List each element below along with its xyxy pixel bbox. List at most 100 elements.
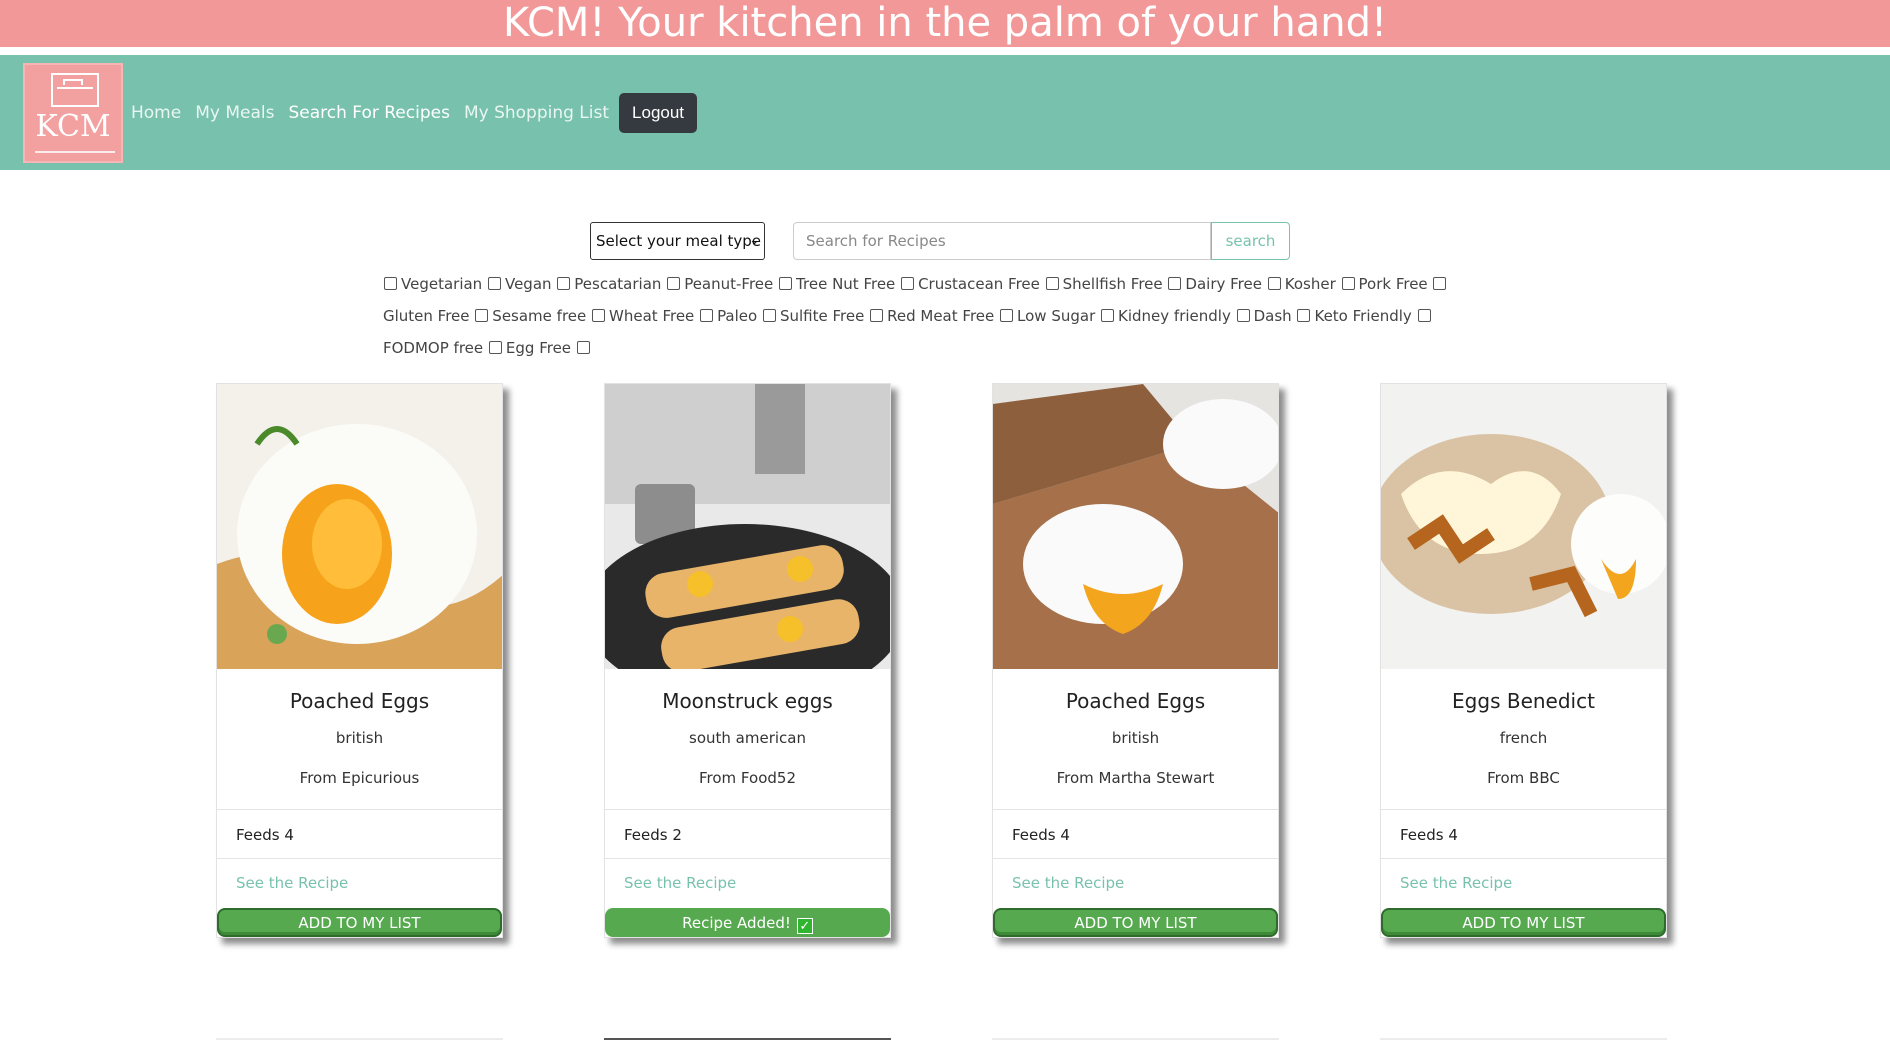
add-to-list-button[interactable]: ADD TO MY LIST	[217, 908, 502, 937]
filter-checkbox[interactable]	[1045, 277, 1059, 290]
filter-checkbox[interactable]	[1168, 277, 1182, 290]
filter-label: Vegetarian	[401, 275, 483, 293]
recipe-card: Poached Eggs british From Martha Stewart Fe…	[992, 383, 1279, 938]
meal-type-select[interactable]: Select your meal type ⌄	[590, 222, 765, 260]
filter-checkbox[interactable]	[1417, 309, 1431, 322]
filter-checkbox[interactable]	[870, 309, 884, 322]
filter-checkbox[interactable]	[488, 341, 502, 354]
recipe-source: From Epicurious	[299, 769, 420, 787]
navbar: KCM Home My Meals Search For Recipes My …	[0, 55, 1890, 170]
recipe-servings: Feeds 4	[993, 809, 1278, 859]
see-recipe-link[interactable]: See the Recipe	[624, 874, 736, 892]
filter-option: Dash	[1254, 307, 1292, 325]
filter-option: Vegetarian	[401, 275, 482, 293]
filter-checkbox[interactable]	[1236, 309, 1250, 322]
see-recipe-link[interactable]: See the Recipe	[1400, 874, 1512, 892]
filter-option: Red Meat Free	[887, 307, 994, 325]
checkmark-icon: ✓	[796, 918, 813, 934]
recipe-title: Poached Eggs	[289, 689, 430, 713]
next-row-card-edge	[216, 1038, 503, 1050]
filter-checkbox[interactable]	[592, 309, 606, 322]
recipe-image[interactable]	[1381, 384, 1666, 669]
filter-option: Peanut-Free	[684, 275, 773, 293]
see-recipe-link[interactable]: See the Recipe	[1012, 874, 1124, 892]
filter-checkbox[interactable]	[487, 277, 501, 290]
recipe-image[interactable]	[605, 384, 890, 669]
filter-option: Low Sugar	[1017, 307, 1095, 325]
recipe-image[interactable]	[217, 384, 502, 669]
filter-label: FODMOP free	[383, 339, 484, 357]
filter-option: Sesame free	[492, 307, 586, 325]
recipe-title: Moonstruck eggs	[662, 689, 833, 713]
filter-label: Red Meat Free	[887, 307, 995, 325]
filter-checkbox[interactable]	[1297, 309, 1311, 322]
filter-option: Gluten Free	[383, 307, 470, 325]
recipe-source: From BBC	[1487, 769, 1560, 787]
chevron-down-icon: ⌄	[749, 233, 760, 248]
add-to-list-button[interactable]: ADD TO MY LIST	[993, 908, 1278, 937]
recipe-image[interactable]	[993, 384, 1278, 669]
recipe-source: From Food52	[699, 769, 796, 787]
kcm-logo[interactable]: KCM	[23, 62, 123, 163]
filter-label: Egg Free	[505, 339, 572, 357]
filter-checkbox[interactable]	[667, 277, 681, 290]
filter-option: Egg Free	[506, 339, 571, 357]
recipe-title: Eggs Benedict	[1452, 689, 1595, 713]
add-to-list-button[interactable]: ADD TO MY LIST	[1381, 908, 1666, 937]
filter-checkbox[interactable]	[1267, 277, 1281, 290]
next-row-card-edge	[992, 1038, 1279, 1050]
nav-search-for-recipes[interactable]: Search For Recipes	[288, 103, 449, 123]
filter-checkbox[interactable]	[762, 309, 776, 322]
add-to-list-label: ADD TO MY LIST	[298, 914, 421, 932]
filter-checkbox[interactable]	[901, 277, 915, 290]
see-recipe-link[interactable]: See the Recipe	[236, 874, 348, 892]
recipe-card: Eggs Benedict french From BBC Feeds 4 See th…	[1380, 383, 1667, 938]
nav-my-meals[interactable]: My Meals	[195, 103, 274, 123]
filter-option: Kidney friendly	[1118, 307, 1231, 325]
filter-checkbox[interactable]	[1341, 277, 1355, 290]
diet-filters: Vegetarian Vegan Pescatarian Peanut-Free…	[383, 268, 1493, 364]
filter-label: Kidney friendly	[1118, 307, 1231, 325]
add-to-list-label: ADD TO MY LIST	[1074, 914, 1197, 932]
filter-option: FODMOP free	[383, 339, 483, 357]
filter-label: Shellfish Free	[1062, 275, 1163, 293]
filter-checkbox[interactable]	[557, 277, 571, 290]
filter-checkbox[interactable]	[1000, 309, 1014, 322]
recipe-cuisine: south american	[689, 729, 806, 747]
filter-option: Dairy Free	[1185, 275, 1262, 293]
logo-tagline-line	[35, 150, 115, 153]
filter-label: Tree Nut Free	[796, 275, 896, 293]
filter-label: Dash	[1253, 307, 1292, 325]
recipe-card: Moonstruck eggs south american From Food52…	[604, 383, 891, 938]
filter-label: Sulfite Free	[779, 307, 865, 325]
filter-checkbox[interactable]	[779, 277, 793, 290]
filter-checkbox[interactable]	[1101, 309, 1115, 322]
meal-type-value: Select your meal type	[596, 232, 762, 250]
filter-checkbox[interactable]	[384, 277, 397, 290]
nav-home[interactable]: Home	[131, 103, 181, 123]
filter-label: Pescatarian	[574, 275, 662, 293]
filter-label: Dairy Free	[1185, 275, 1262, 293]
filter-option: Tree Nut Free	[796, 275, 895, 293]
filter-checkbox[interactable]	[700, 309, 714, 322]
recipe-card: Poached Eggs british From Epicurious Feeds …	[216, 383, 503, 938]
filter-label: Kosher	[1284, 275, 1336, 293]
filter-option: Sulfite Free	[780, 307, 864, 325]
filter-label: Paleo	[717, 307, 758, 325]
filter-option: Paleo	[717, 307, 757, 325]
search-button[interactable]: search	[1211, 222, 1290, 260]
filter-checkbox[interactable]	[576, 341, 590, 354]
filter-checkbox[interactable]	[1433, 277, 1447, 290]
search-input[interactable]: Search for Recipes	[793, 222, 1211, 260]
logout-button[interactable]: Logout	[619, 92, 698, 133]
add-to-list-button[interactable]: Recipe Added! ✓	[605, 908, 890, 937]
filter-option: Kosher	[1285, 275, 1336, 293]
filter-label: Peanut-Free	[684, 275, 774, 293]
recipe-source: From Martha Stewart	[1056, 769, 1215, 787]
filter-checkbox[interactable]	[475, 309, 489, 322]
nav-my-shopping-list[interactable]: My Shopping List	[464, 103, 609, 123]
filter-label: Pork Free	[1358, 275, 1428, 293]
recipe-servings: Feeds 2	[605, 809, 890, 859]
recipe-servings: Feeds 4	[1381, 809, 1666, 859]
filter-option: Keto Friendly	[1314, 307, 1411, 325]
